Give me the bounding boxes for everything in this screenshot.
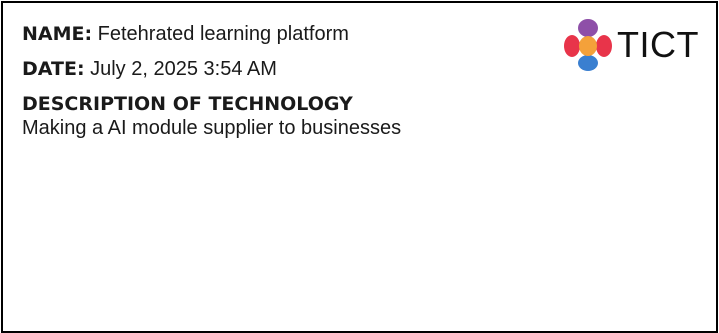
logo-mark-icon: [564, 19, 612, 71]
logo-petal-right: [596, 35, 612, 57]
name-value: Fetehrated learning platform: [97, 23, 349, 45]
description-heading: DESCRIPTION OF TECHNOLOGY: [22, 93, 353, 115]
description-text: Making a AI module supplier to businesse…: [22, 117, 402, 139]
date-label: DATE:: [22, 58, 85, 80]
name-label: NAME:: [22, 23, 93, 45]
logo-petal-left: [564, 35, 580, 57]
logo-petal-top: [578, 19, 598, 37]
date-row: DATE: July 2, 2025 3:54 AM: [22, 58, 277, 80]
document-card: NAME: Fetehrated learning platform DATE:…: [1, 1, 718, 333]
logo-center: [579, 36, 597, 56]
name-row: NAME: Fetehrated learning platform: [22, 23, 349, 45]
date-value: July 2, 2025 3:54 AM: [90, 58, 277, 80]
logo-petal-bottom: [578, 55, 598, 71]
logo-text: TICT: [617, 24, 699, 65]
tict-logo: TICT: [559, 17, 704, 73]
